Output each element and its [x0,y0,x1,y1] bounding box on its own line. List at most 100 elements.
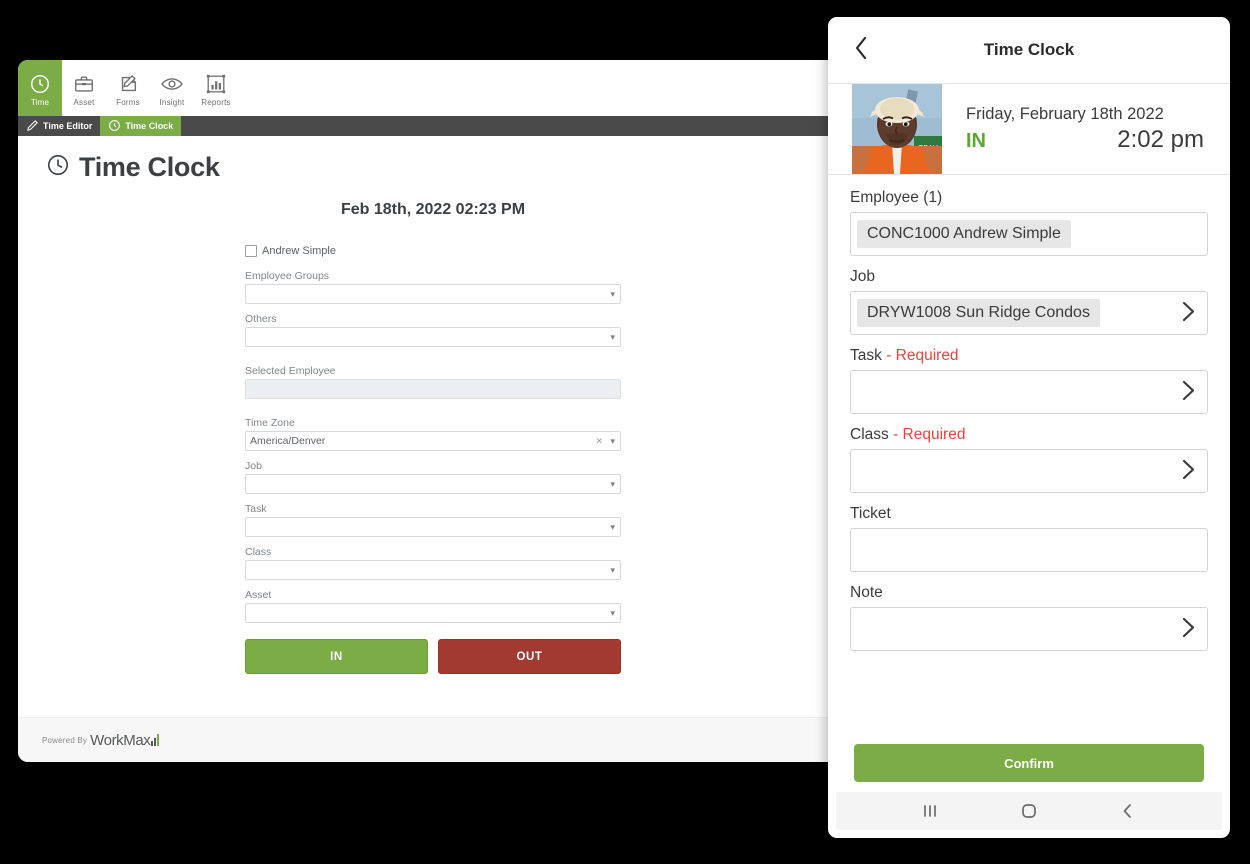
task-selector[interactable] [850,370,1208,414]
employee-checkbox-label: Andrew Simple [262,245,336,257]
class-selector[interactable] [850,449,1208,493]
chevron-down-icon: ▾ [610,478,615,489]
home-icon[interactable] [1020,802,1038,820]
avatar: OBAU [852,84,942,174]
employee-photo: OBAU [852,84,942,174]
mobile-app-panel: Time Clock OBAU [828,17,1230,838]
employee-groups-select[interactable]: ▾ [245,284,621,304]
tab-time-clock[interactable]: Time Clock [100,116,182,136]
screenshot-stage: Time Asset Forms Insight Reports Time Ed… [0,0,1250,864]
mobile-title: Time Clock [983,40,1075,59]
briefcase-icon [73,72,95,96]
chevron-right-icon [1182,617,1195,642]
field-label: Job [245,460,262,472]
task-select[interactable]: ▾ [245,517,621,537]
job-selector[interactable]: DRYW1008 Sun Ridge Condos [850,291,1208,335]
pencil-form-icon [117,72,139,96]
field-label: Selected Employee [245,365,336,377]
field-label: Employee (1) [850,189,1208,207]
status-inout-row: IN 2:02 pm [966,126,1204,154]
tab-label: Time Clock [125,121,174,131]
field-label-text: Note [850,584,883,601]
chevron-right-icon [1182,380,1195,405]
toolbar-item-reports[interactable]: Reports [194,60,238,116]
field-label: Employee Groups [245,270,330,282]
confirm-button-wrap: Confirm [828,744,1230,792]
tab-time-editor[interactable]: Time Editor [18,116,100,136]
employee-value-box[interactable]: CONC1000 Andrew Simple [850,212,1208,256]
selected-employee-input [245,379,621,399]
toolbar-label: Insight [159,97,185,107]
back-icon[interactable] [1119,802,1137,820]
checkbox-icon[interactable] [245,245,257,257]
note-selector[interactable] [850,607,1208,651]
chevron-left-icon[interactable] [852,34,869,66]
recents-icon[interactable] [921,802,939,820]
clock-icon [108,119,121,134]
toolbar-item-time[interactable]: Time [18,60,62,116]
tab-label: Time Editor [43,121,93,131]
mobile-form: Employee (1) CONC1000 Andrew Simple Job … [828,175,1230,744]
mobile-field-class: Class - Required [850,426,1208,493]
powered-by-text: Powered By [42,735,88,745]
status-badge: IN [966,129,986,152]
toolbar-item-forms[interactable]: Forms [106,60,150,116]
field-time-zone: Time Zone America/Denver ✕ ▾ [245,417,621,451]
toolbar-label: Forms [116,97,140,107]
toolbar-label: Time [30,97,50,107]
asset-select[interactable]: ▾ [245,603,621,623]
chevron-down-icon: ▾ [610,564,615,575]
bar-chart-icon [151,734,160,746]
mobile-status-text: Friday, February 18th 2022 IN 2:02 pm [942,84,1230,174]
ticket-input[interactable] [850,528,1208,572]
confirm-button[interactable]: Confirm [854,744,1204,782]
field-label: Class - Required [850,426,1208,444]
status-time: 2:02 pm [1117,125,1204,153]
time-clock-form: Feb 18th, 2022 02:23 PM Andrew Simple Em… [245,201,621,674]
page-header: Time Clock [18,136,848,183]
field-label: Task - Required [850,347,1208,365]
clear-icon[interactable]: ✕ [595,436,603,446]
field-task: Task ▾ [245,503,621,537]
job-select[interactable]: ▾ [245,474,621,494]
page-title: Time Clock [79,152,220,182]
mobile-field-note: Note [850,584,1208,651]
field-label-text: Task [850,347,882,364]
clock-icon [29,72,51,96]
clock-out-button[interactable]: OUT [438,639,621,674]
field-selected-employee: Selected Employee [245,365,621,399]
current-datetime: Feb 18th, 2022 02:23 PM [340,201,526,218]
clock-in-button[interactable]: IN [245,639,428,674]
field-label: Job [850,268,1208,286]
time-zone-select[interactable]: America/Denver ✕ ▾ [245,431,621,451]
chevron-down-icon: ▾ [610,521,615,532]
toolbar-label: Reports [201,97,231,107]
mobile-field-task: Task - Required [850,347,1208,414]
others-select[interactable]: ▾ [245,327,621,347]
mobile-field-ticket: Ticket [850,505,1208,572]
field-label-text: Ticket [850,505,891,522]
field-employee-groups: Employee Groups ▾ [245,270,621,304]
toolbar-item-asset[interactable]: Asset [62,60,106,116]
chevron-down-icon: ▾ [610,331,615,342]
main-toolbar: Time Asset Forms Insight Reports [18,60,848,116]
chevron-down-icon: ▾ [610,607,615,618]
toolbar-item-insight[interactable]: Insight [150,60,194,116]
clock-icon [46,153,70,182]
employee-checkbox-row[interactable]: Andrew Simple [245,245,621,257]
toolbar-label: Asset [73,97,95,107]
mobile-header: Time Clock [828,17,1230,83]
mobile-field-employee: Employee (1) CONC1000 Andrew Simple [850,189,1208,256]
class-select[interactable]: ▾ [245,560,621,580]
field-others: Others ▾ [245,313,621,347]
mobile-field-job: Job DRYW1008 Sun Ridge Condos [850,268,1208,335]
android-nav-bar [836,792,1222,830]
workmax-brand: WorkMax [90,731,151,749]
desktop-app-window: Time Asset Forms Insight Reports Time Ed… [18,60,848,762]
field-asset: Asset ▾ [245,589,621,623]
field-label-text: Employee (1) [850,189,943,206]
job-pill: DRYW1008 Sun Ridge Condos [857,299,1100,327]
field-label: Ticket [850,505,1208,523]
field-label: Asset [245,589,272,601]
mobile-status-row: OBAU [828,83,1230,175]
